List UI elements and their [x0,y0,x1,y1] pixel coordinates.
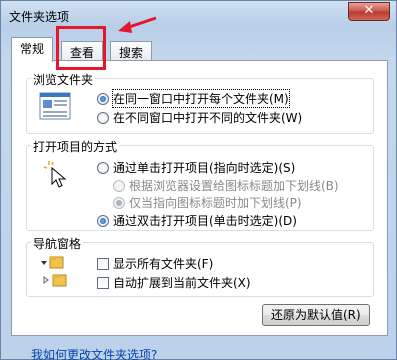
open-option-double-click[interactable]: 通过双击打开项目(单击时选定)(D) [97,212,297,229]
help-link[interactable]: 我如何更改文件夹选项? [31,346,157,360]
open-option-underline-browser[interactable]: 根据浏览器设置给图标标题加下划线(B) [113,177,339,194]
radio-same-window[interactable] [97,92,109,105]
browse-option-new-window[interactable]: 在不同窗口中打开不同的文件夹(W) [97,109,302,126]
open-items-title: 打开项目的方式 [31,138,120,155]
browse-folders-icon [39,92,71,120]
browse-folders-group: 浏览文件夹 在同一窗口中打开每个文件夹(M) 在不同窗口中打开不同的文件夹(W) [26,71,374,134]
radio-double-click[interactable] [97,214,109,227]
nav-option-show-all-folders[interactable]: 显示所有文件夹(F) [97,255,213,272]
window-title: 文件夹选项 [9,10,70,24]
radio-underline-browser[interactable] [113,179,125,192]
checkbox-show-all-folders[interactable] [97,257,109,270]
navigation-pane-title: 导航窗格 [31,235,84,252]
general-tab-panel: 浏览文件夹 在同一窗口中打开每个文件夹(M) 在不同窗口中打开不同的文件夹(W) [11,60,388,336]
navigation-pane-group: 导航窗格 显示所有文件夹(F) 自动扩展到当前文件夹(X) [26,235,374,297]
radio-underline-hover[interactable] [113,196,125,209]
browse-option-same-window[interactable]: 在同一窗口中打开每个文件夹(M) [97,89,290,108]
checkbox-auto-expand[interactable] [97,276,109,289]
radio-single-click[interactable] [97,161,109,174]
tab-search[interactable]: 搜索 [110,41,153,61]
nav-option-auto-expand[interactable]: 自动扩展到当前文件夹(X) [97,274,251,291]
annotation-arrow-icon [118,16,157,33]
open-option-underline-hover[interactable]: 仅当指向图标标题时加下划线(P) [113,194,302,211]
tab-general[interactable]: 常规 [11,37,54,62]
radio-new-window[interactable] [97,111,109,124]
browse-folders-title: 浏览文件夹 [31,71,96,88]
close-button[interactable]: ✕ [348,2,390,21]
cursor-click-icon [43,161,67,188]
open-items-group: 打开项目的方式 通过单击打开项目(指向时选定)(S) 根据浏览器设置给图标标题加… [26,138,374,231]
open-option-single-click[interactable]: 通过单击打开项目(指向时选定)(S) [97,159,295,176]
annotation-highlight-box [56,26,106,70]
folder-tree-icon [41,256,67,287]
restore-defaults-button[interactable]: 还原为默认值(R) [262,304,370,326]
